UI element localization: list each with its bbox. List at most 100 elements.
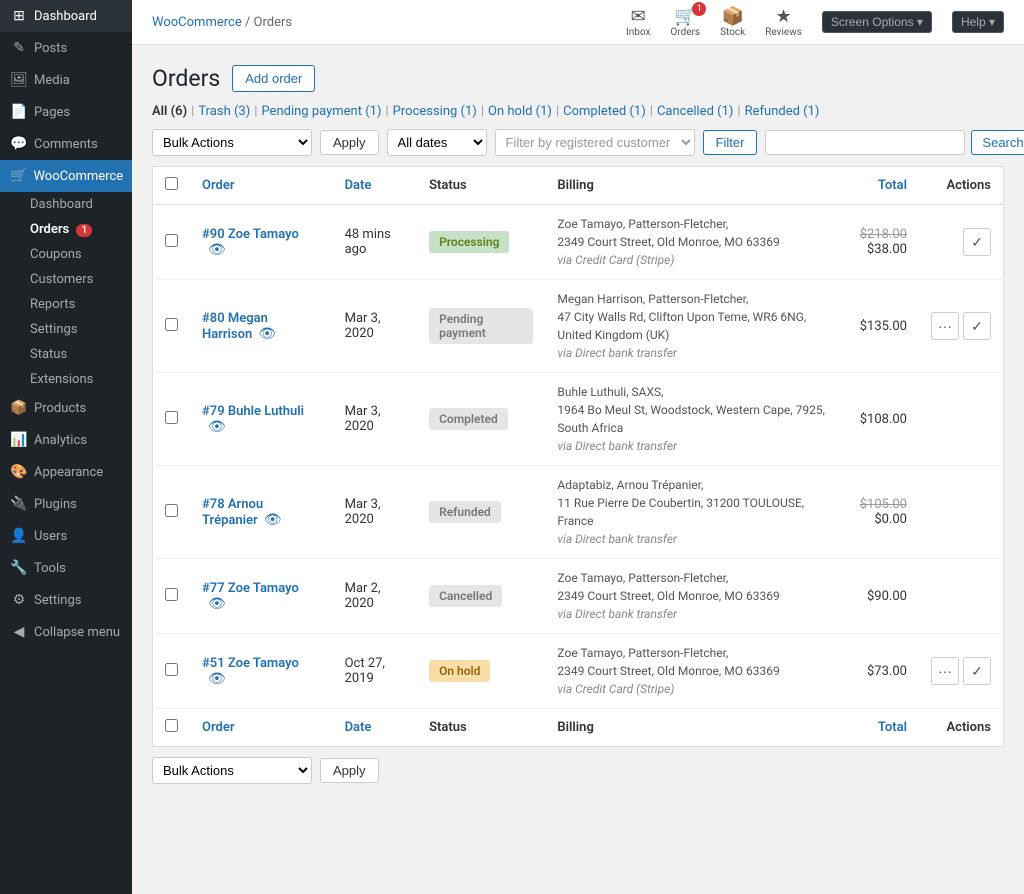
filter-tab-refunded[interactable]: Refunded (1) xyxy=(745,104,820,119)
sidebar-item-comments[interactable]: 💬 Comments xyxy=(0,128,132,160)
row-checkbox-cell xyxy=(153,466,191,559)
filter-tab-all[interactable]: All (6) xyxy=(152,104,187,119)
status-badge: Processing xyxy=(429,231,509,253)
help-button[interactable]: Help ▾ xyxy=(952,11,1004,33)
nav-orders[interactable]: 🛒 1 Orders xyxy=(670,6,700,38)
sidebar-sub-woo-status[interactable]: Status xyxy=(0,342,132,367)
row-checkbox[interactable] xyxy=(165,411,178,424)
breadcrumb-woocommerce[interactable]: WooCommerce xyxy=(152,15,242,30)
filter-tab-cancelled[interactable]: Cancelled (1) xyxy=(657,104,733,119)
row-checkbox[interactable] xyxy=(165,663,178,676)
action-more-button[interactable]: ··· xyxy=(931,657,959,685)
date-column-footer: Date xyxy=(333,709,417,747)
eye-icon[interactable]: 👁 xyxy=(208,671,226,687)
filter-tab-onhold[interactable]: On hold (1) xyxy=(488,104,552,119)
row-checkbox[interactable] xyxy=(165,588,178,601)
eye-icon[interactable]: 👁 xyxy=(208,242,226,258)
filter-tab-processing[interactable]: Processing (1) xyxy=(393,104,477,119)
sidebar-item-products[interactable]: 📦 Products xyxy=(0,392,132,424)
filter-tabs: All (6) | Trash (3) | Pending payment (1… xyxy=(152,104,1004,119)
status-cell: Cancelled xyxy=(417,559,545,634)
action-complete-button[interactable]: ✓ xyxy=(963,657,991,685)
actions-cell: ···✓ xyxy=(919,634,1004,709)
search-orders-button[interactable]: Search orders xyxy=(971,130,1024,155)
nav-stock[interactable]: 📦 Stock xyxy=(720,6,745,38)
all-dates-select[interactable]: All dates xyxy=(387,129,487,156)
sidebar-item-appearance[interactable]: 🎨 Appearance xyxy=(0,456,132,488)
sidebar-sub-woo-reports[interactable]: Reports xyxy=(0,292,132,317)
total-cell: $218.00$38.00 xyxy=(848,205,919,280)
search-input[interactable] xyxy=(765,130,965,155)
sidebar-sub-woo-settings[interactable]: Settings xyxy=(0,317,132,342)
row-checkbox[interactable] xyxy=(165,318,178,331)
sidebar-item-pages[interactable]: 📄 Pages xyxy=(0,96,132,128)
apply-button-bottom[interactable]: Apply xyxy=(320,758,379,783)
add-order-button[interactable]: Add order xyxy=(232,65,315,92)
sidebar-sub-woo-coupons[interactable]: Coupons xyxy=(0,242,132,267)
filter-button[interactable]: Filter xyxy=(703,130,758,155)
eye-icon[interactable]: 👁 xyxy=(264,512,282,528)
row-checkbox-cell xyxy=(153,559,191,634)
sidebar-sub-woo-orders[interactable]: Orders 1 xyxy=(0,217,132,242)
order-link[interactable]: #78 Arnou Trépanier xyxy=(202,497,263,528)
sidebar-item-settings[interactable]: ⚙ Settings xyxy=(0,584,132,616)
row-checkbox[interactable] xyxy=(165,504,178,517)
sidebar-sub-woo-customers[interactable]: Customers xyxy=(0,267,132,292)
screen-options-button[interactable]: Screen Options ▾ xyxy=(822,11,932,33)
sidebar-item-analytics[interactable]: 📊 Analytics xyxy=(0,424,132,456)
order-link[interactable]: #77 Zoe Tamayo xyxy=(202,581,299,596)
row-checkbox[interactable] xyxy=(165,234,178,247)
apply-button-top[interactable]: Apply xyxy=(320,130,379,155)
order-link[interactable]: #90 Zoe Tamayo xyxy=(202,227,299,242)
sidebar-item-woocommerce[interactable]: 🛒 WooCommerce xyxy=(0,160,132,192)
bulk-actions-select-top[interactable]: Bulk Actions xyxy=(152,129,312,156)
select-all-checkbox-header[interactable] xyxy=(153,167,191,205)
bulk-actions-select-bottom[interactable]: Bulk Actions xyxy=(152,757,312,784)
toolbar-top: Bulk Actions Apply All dates Filter by r… xyxy=(152,129,1004,156)
select-all-checkbox[interactable] xyxy=(165,177,178,190)
select-all-checkbox-footer[interactable] xyxy=(153,709,191,747)
table-row: #78 Arnou Trépanier👁Mar 3, 2020RefundedA… xyxy=(153,466,1004,559)
actions-cell xyxy=(919,373,1004,466)
eye-icon[interactable]: 👁 xyxy=(208,596,226,612)
actions-cell: ···✓ xyxy=(919,280,1004,373)
nav-reviews[interactable]: ★ Reviews xyxy=(765,6,802,38)
analytics-icon: 📊 xyxy=(10,432,28,448)
order-link[interactable]: #79 Buhle Luthuli xyxy=(202,404,304,419)
filter-tab-completed[interactable]: Completed (1) xyxy=(563,104,646,119)
nav-inbox[interactable]: ✉ Inbox xyxy=(626,6,650,38)
sidebar-item-label: Dashboard xyxy=(34,9,97,24)
eye-icon[interactable]: 👁 xyxy=(208,419,226,435)
sidebar-item-plugins[interactable]: 🔌 Plugins xyxy=(0,488,132,520)
table-row: #79 Buhle Luthuli👁Mar 3, 2020CompletedBu… xyxy=(153,373,1004,466)
status-badge: Refunded xyxy=(429,501,501,523)
appearance-icon: 🎨 xyxy=(10,464,28,480)
sidebar-item-posts[interactable]: ✎ Posts xyxy=(0,32,132,64)
sidebar-item-users[interactable]: 👤 Users xyxy=(0,520,132,552)
sidebar-item-label: Appearance xyxy=(34,465,103,480)
action-more-button[interactable]: ··· xyxy=(931,312,959,340)
status-cell: Pending payment xyxy=(417,280,545,373)
action-complete-button[interactable]: ✓ xyxy=(963,228,991,256)
tools-icon: 🔧 xyxy=(10,560,28,576)
row-checkbox-cell xyxy=(153,634,191,709)
order-column-header[interactable]: Order xyxy=(190,167,333,205)
action-complete-button[interactable]: ✓ xyxy=(963,312,991,340)
order-link[interactable]: #51 Zoe Tamayo xyxy=(202,656,299,671)
sidebar-item-collapse[interactable]: ◀ Collapse menu xyxy=(0,616,132,648)
sidebar-item-tools[interactable]: 🔧 Tools xyxy=(0,552,132,584)
sidebar-sub-woo-extensions[interactable]: Extensions xyxy=(0,367,132,392)
top-nav: WooCommerce / Orders ✉ Inbox 🛒 1 Orders … xyxy=(132,0,1024,45)
filter-tab-trash[interactable]: Trash (3) xyxy=(198,104,250,119)
total-column-header[interactable]: Total xyxy=(848,167,919,205)
sidebar-item-dashboard[interactable]: ⊞ Dashboard xyxy=(0,0,132,32)
status-badge: Completed xyxy=(429,408,508,430)
sidebar-sub-woo-dashboard[interactable]: Dashboard xyxy=(0,192,132,217)
customer-filter-select[interactable]: Filter by registered customer xyxy=(495,129,695,156)
filter-tab-pending[interactable]: Pending payment (1) xyxy=(261,104,381,119)
date-column-header[interactable]: Date xyxy=(333,167,417,205)
eye-icon[interactable]: 👁 xyxy=(258,326,276,342)
select-all-checkbox-bottom[interactable] xyxy=(165,719,178,732)
sidebar-item-media[interactable]: 🖼 Media xyxy=(0,64,132,96)
date-cell: Oct 27, 2019 xyxy=(333,634,417,709)
